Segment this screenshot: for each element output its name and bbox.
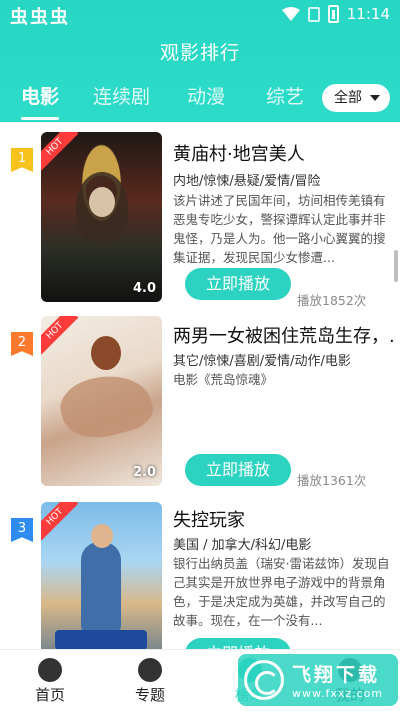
list-item[interactable]: 1 HOT 4.0 黄庙村·地宫美人 内地/惊悚/悬疑/爱情/冒险 该片讲述了民… [0, 130, 400, 310]
poster-logo [55, 630, 147, 649]
wifi-icon [281, 7, 300, 21]
nav-topic[interactable]: 专题 [120, 658, 180, 705]
hot-badge: HOT [41, 502, 79, 541]
score: 2.0 [132, 465, 156, 480]
tab-anime[interactable]: 动漫 [187, 82, 225, 109]
watermark: 飞翔下载 www.fxxz.com [238, 654, 398, 706]
status-bar: 虫虫虫 11:14 [0, 0, 400, 30]
poster-figure [54, 365, 158, 447]
page-title: 观影排行 [159, 42, 240, 64]
caret-down-icon [370, 95, 380, 101]
watermark-logo-icon [244, 660, 284, 700]
play-button[interactable]: 立即播放 [185, 268, 291, 300]
play-count: 播放1361次 [297, 473, 367, 488]
nav-home-label: 首页 [34, 686, 65, 704]
movie-tags: 内地/惊悚/悬疑/爱情/冒险 [173, 174, 321, 189]
hot-badge: HOT [41, 316, 79, 355]
header: 虫虫虫 11:14 观影排行 电影 连续剧 动漫 综艺 全部 [0, 0, 400, 122]
scrollbar[interactable] [394, 250, 398, 282]
movie-tags: 美国 / 加拿大/科幻/电影 [173, 538, 312, 553]
movie-description: 银行出纳员盖（瑞安·雷诺兹饰）发现自己其实是开放世界电子游戏中的背景角色，于是决… [173, 556, 390, 628]
poster-face [91, 524, 113, 548]
rank-badge: 1 [11, 148, 33, 172]
movie-description: 电影《荒岛惊魂》 [173, 372, 274, 387]
nav-home[interactable]: 首页 [20, 658, 80, 705]
clock: 11:14 [346, 5, 390, 23]
watermark-text: 飞翔下载 www.fxxz.com [292, 660, 383, 700]
active-tab-indicator [21, 117, 59, 120]
poster-image[interactable]: HOT 4.0 [41, 132, 162, 302]
rank-badge: 3 [11, 518, 33, 542]
poster-image[interactable]: HOT [41, 502, 162, 649]
filter-label: 全部 [334, 90, 362, 106]
play-count: 播放1852次 [297, 293, 367, 308]
movie-description: 该片讲述了民国年间，坊间相传羌镇有恶鬼专吃少女，警探谭辉认定此事并非鬼怪，乃是人… [173, 193, 386, 265]
movie-title[interactable]: 失控玩家 [173, 506, 395, 532]
ranking-list: 1 HOT 4.0 黄庙村·地宫美人 内地/惊悚/悬疑/爱情/冒险 该片讲述了民… [0, 122, 400, 649]
score: 4.0 [132, 281, 156, 296]
movie-title[interactable]: 黄庙村·地宫美人 [173, 140, 395, 166]
nav-topic-label: 专题 [134, 686, 165, 704]
notification-icons: 虫虫虫 [10, 7, 70, 28]
poster-image[interactable]: HOT 2.0 [41, 316, 162, 486]
play-button[interactable]: 立即播放 [185, 454, 291, 486]
topic-icon [138, 658, 162, 682]
home-icon [38, 658, 62, 682]
rank-badge: 2 [11, 332, 33, 356]
hot-badge: HOT [41, 132, 79, 171]
poster-hair [91, 336, 121, 370]
list-item[interactable]: 3 HOT 失控玩家 美国 / 加拿大/科幻/电影 银行出纳员盖（瑞安·雷诺兹饰… [0, 502, 400, 649]
tab-movie[interactable]: 电影 [21, 82, 59, 109]
status-right: 11:14 [281, 5, 390, 23]
watermark-brand: 飞翔下载 [292, 664, 381, 686]
list-item[interactable]: 2 HOT 2.0 两男一女被困住荒岛生存，... 其它/惊悚/喜剧/爱情/动作… [0, 316, 400, 496]
play-button[interactable]: 立即播放 [185, 638, 291, 649]
poster-face [89, 187, 115, 217]
poster-figure [81, 542, 121, 632]
tab-series[interactable]: 连续剧 [93, 82, 150, 109]
watermark-url: www.fxxz.com [292, 687, 384, 700]
movie-tags: 其它/惊悚/喜剧/爱情/动作/电影 [173, 354, 351, 369]
filter-dropdown[interactable]: 全部 [322, 84, 390, 112]
tab-variety[interactable]: 综艺 [266, 82, 304, 109]
battery-icon [327, 5, 339, 23]
movie-title[interactable]: 两男一女被困住荒岛生存，... [173, 322, 395, 348]
sim-icon [307, 6, 320, 22]
